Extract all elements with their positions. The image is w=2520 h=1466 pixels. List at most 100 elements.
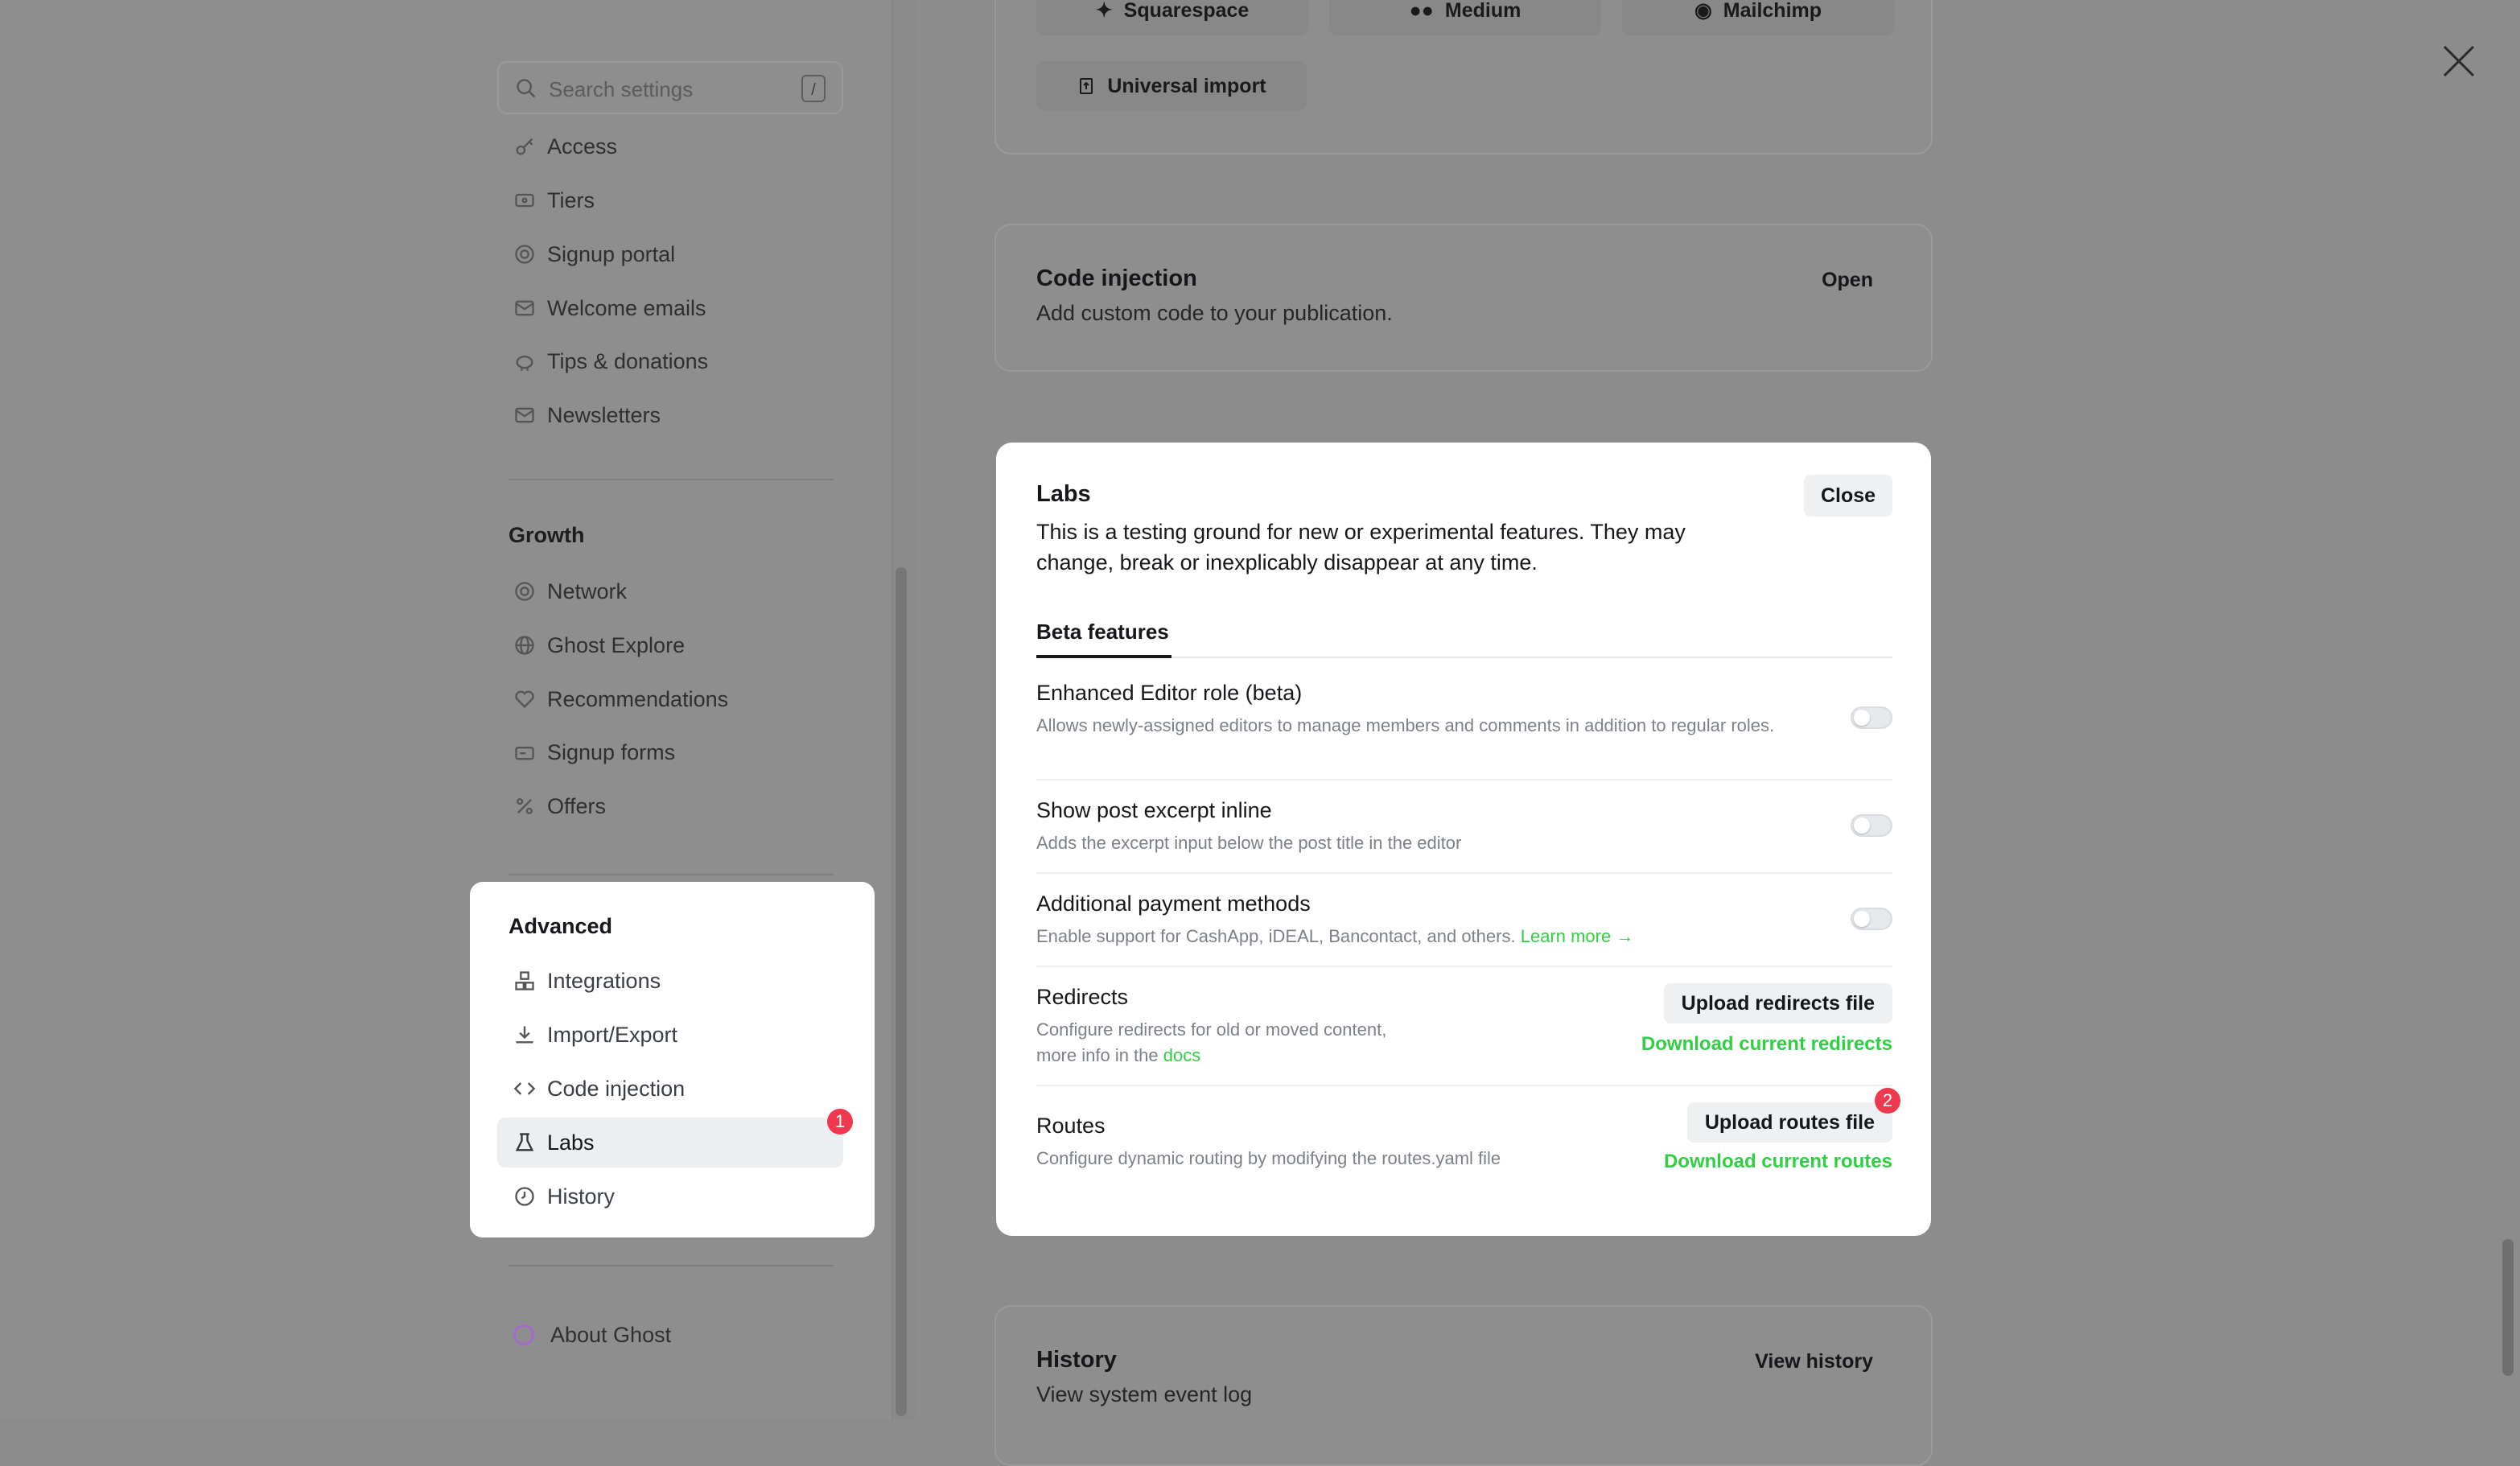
post-excerpt-toggle[interactable] (1851, 814, 1892, 837)
squarespace-import-button[interactable]: ✦ Squarespace (1036, 0, 1308, 35)
medium-icon: ●● (1409, 0, 1434, 22)
routes-row: Routes Configure dynamic routing by modi… (1036, 1102, 1892, 1210)
sidebar-item-import-export[interactable]: Import/Export (497, 1010, 843, 1060)
sidebar-item-label: Tips & donations (547, 349, 709, 373)
search-shortcut-hint: / (801, 75, 826, 102)
sidebar-item-label: Signup portal (547, 242, 676, 266)
sidebar-item-tiers[interactable]: Tiers (497, 175, 843, 225)
sidebar-item-signup-portal[interactable]: Signup portal (497, 229, 843, 279)
upload-redirects-button[interactable]: Upload redirects file (1663, 983, 1892, 1023)
piggy-bank-icon (516, 356, 533, 371)
search-input[interactable] (547, 72, 792, 106)
heart-icon (515, 690, 534, 708)
sidebar-item-offers[interactable]: Offers (497, 781, 843, 831)
main-scrollbar[interactable] (2502, 1239, 2514, 1376)
sidebar-item-label: Signup forms (547, 740, 676, 764)
feature-title: Show post excerpt inline (1036, 798, 1272, 822)
close-button[interactable]: Close (1804, 475, 1892, 517)
sidebar-item-label: Ghost Explore (547, 633, 686, 657)
sidebar-divider (509, 1265, 834, 1266)
history-icon (515, 1187, 534, 1206)
enhanced-editor-toggle[interactable] (1851, 706, 1892, 729)
sidebar-item-label: Welcome emails (547, 296, 706, 320)
sidebar-item-access[interactable]: Access (497, 121, 843, 171)
redirects-description: Configure redirects for old or moved con… (1036, 1017, 1455, 1069)
mailchimp-icon: ◉ (1694, 0, 1712, 22)
growth-section-title: Growth (509, 523, 585, 547)
sidebar-item-ghost-explore[interactable]: Ghost Explore (497, 620, 843, 670)
upload-file-icon (1080, 78, 1093, 94)
history-card: History View system event log View histo… (994, 1305, 1933, 1466)
code-icon (513, 1082, 536, 1095)
sidebar-item-label: Offers (547, 794, 607, 818)
feature-title: Additional payment methods (1036, 892, 1311, 916)
sidebar-item-code-injection[interactable]: Code injection (497, 1064, 843, 1114)
sidebar-item-label: History (547, 1184, 616, 1209)
about-ghost-label: About Ghost (550, 1323, 672, 1347)
active-tab-indicator (1036, 655, 1171, 658)
close-icon[interactable] (2440, 42, 2478, 80)
card-title: History (1036, 1347, 1117, 1373)
download-routes-link[interactable]: Download current routes (1664, 1151, 1892, 1173)
sidebar-item-welcome-emails[interactable]: Welcome emails (497, 283, 843, 333)
integrations-icon (515, 971, 534, 990)
tiers-icon (515, 193, 534, 208)
docs-link[interactable]: docs (1163, 1045, 1200, 1065)
newsletter-icon (515, 407, 534, 423)
sidebar-item-signup-forms[interactable]: Signup forms (497, 727, 843, 777)
sidebar-item-recommendations[interactable]: Recommendations (497, 674, 843, 724)
sidebar-item-history[interactable]: History (497, 1172, 843, 1221)
row-divider (1036, 966, 1892, 967)
code-injection-card: Code injection Add custom code to your p… (994, 224, 1933, 372)
sidebar-item-label: Code injection (547, 1077, 686, 1101)
feature-description: Adds the excerpt input below the post ti… (1036, 833, 1462, 853)
button-label: Mailchimp (1723, 0, 1822, 22)
labs-panel: Labs This is a testing ground for new or… (996, 443, 1931, 1236)
email-icon (515, 300, 534, 316)
upload-routes-button[interactable]: Upload routes file (1686, 1102, 1892, 1143)
sidebar-divider (509, 874, 834, 875)
feature-row: Show post excerpt inline Adds the excerp… (1036, 798, 1892, 863)
routes-notification-badge: 2 (1875, 1088, 1900, 1114)
feature-description-text: Enable support for CashApp, iDEAL, Banco… (1036, 926, 1516, 946)
key-icon (516, 138, 533, 155)
sidebar-item-newsletters[interactable]: Newsletters (497, 390, 843, 440)
sidebar-scrollbar[interactable] (896, 567, 907, 1416)
search-icon (517, 79, 536, 98)
ghost-logo-icon (513, 1324, 534, 1345)
sidebar-item-label: Tiers (547, 188, 595, 212)
feature-description: Enable support for CashApp, iDEAL, Banco… (1036, 924, 1793, 949)
sidebar-item-label: Access (547, 134, 618, 159)
labs-title: Labs (1036, 481, 1091, 507)
sidebar-divider (509, 479, 834, 480)
sidebar-item-label: Recommendations (547, 687, 729, 711)
sidebar-item-tips-donations[interactable]: Tips & donations (497, 336, 843, 386)
mailchimp-import-button[interactable]: ◉ Mailchimp (1622, 0, 1894, 35)
learn-more-link[interactable]: Learn more → (1521, 926, 1634, 946)
view-history-button[interactable]: View history (1755, 1350, 1873, 1373)
tab-beta-features[interactable]: Beta features (1036, 620, 1169, 644)
sidebar-item-label: Network (547, 579, 628, 603)
sidebar-item-network[interactable]: Network (497, 566, 843, 616)
card-title: Code injection (1036, 266, 1197, 291)
advanced-section-title: Advanced (509, 914, 613, 938)
card-description: View system event log (1036, 1382, 1253, 1406)
universal-import-button[interactable]: Universal import (1036, 61, 1307, 111)
redirects-description-line1: Configure redirects for old or moved con… (1036, 1019, 1387, 1040)
open-code-injection-button[interactable]: Open (1822, 269, 1873, 292)
feature-description: Allows newly-assigned editors to manage … (1036, 715, 1775, 735)
sidebar-item-label: Integrations (547, 969, 661, 993)
row-divider (1036, 1085, 1892, 1086)
search-box[interactable]: / (497, 61, 843, 114)
payment-methods-toggle[interactable] (1851, 908, 1892, 930)
portal-icon (515, 245, 534, 264)
download-redirects-link[interactable]: Download current redirects (1641, 1033, 1892, 1056)
row-divider (1036, 779, 1892, 780)
button-label: Medium (1444, 0, 1521, 22)
sidebar-item-integrations[interactable]: Integrations (497, 956, 843, 1006)
about-ghost-link[interactable]: About Ghost (497, 1312, 843, 1361)
sidebar-item-label: Import/Export (547, 1023, 678, 1047)
medium-import-button[interactable]: ●● Medium (1329, 0, 1601, 35)
globe-icon (515, 636, 534, 655)
sidebar-item-labs[interactable]: Labs (497, 1118, 843, 1167)
